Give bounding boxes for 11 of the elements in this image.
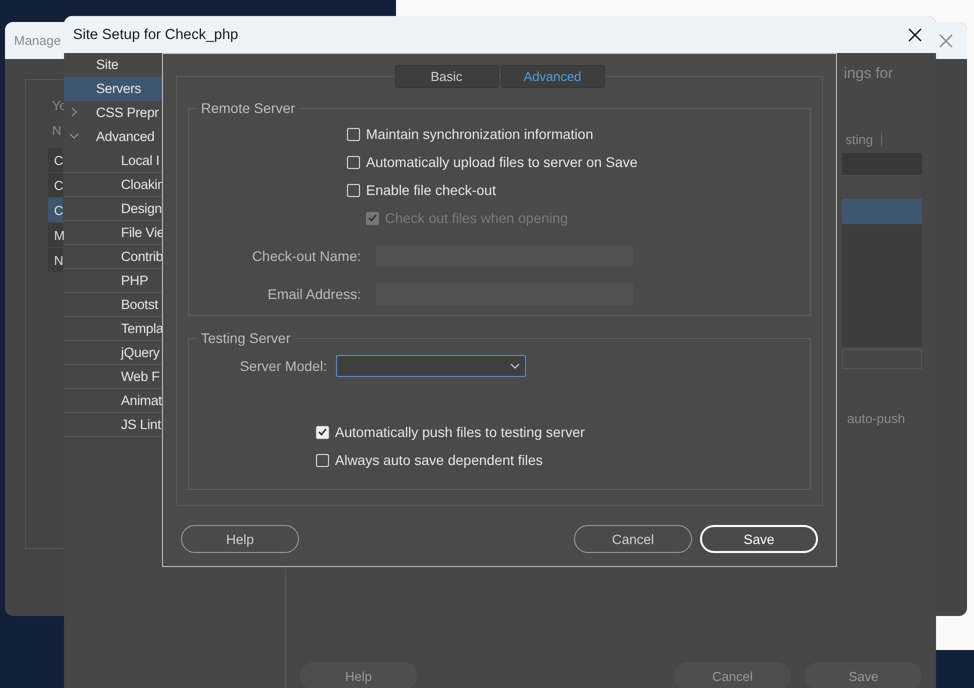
intro-text: ings for — [844, 65, 893, 82]
field-label: Server Model: — [238, 358, 327, 374]
field-label: Check-out Name: — [251, 248, 361, 264]
column-header: sting — [846, 132, 882, 147]
window-title: Manage — [14, 33, 61, 48]
group-title: Remote Server — [200, 100, 296, 116]
note-text: auto-push — [847, 411, 905, 426]
group-title: Testing Server — [200, 330, 292, 346]
column-header: N — [51, 123, 62, 138]
field-label: Email Address: — [266, 286, 361, 302]
window-title: Site Setup for Check_php — [73, 26, 238, 42]
